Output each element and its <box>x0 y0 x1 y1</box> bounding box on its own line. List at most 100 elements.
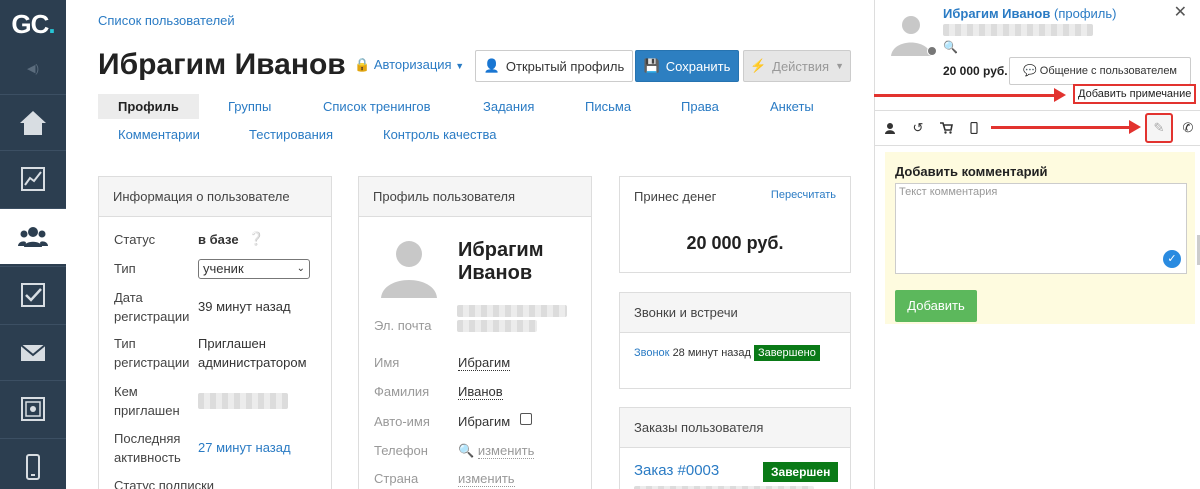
left-sidebar: GC. ◀) <box>0 0 66 489</box>
floppy-icon: 💾 <box>643 58 660 73</box>
last-activity-value[interactable]: 27 минут назад <box>198 438 291 457</box>
call-row: Звонок 28 минут назад Завершено <box>634 345 820 361</box>
type-label: Тип <box>114 261 136 276</box>
order-status-badge: Завершен <box>763 462 839 482</box>
caret-down-icon: ▼ <box>455 61 465 71</box>
nav-tasks[interactable] <box>0 266 66 322</box>
history-icon[interactable]: ↺ <box>905 111 931 145</box>
panel-title: Профиль пользователя <box>359 177 591 217</box>
mobile-icon[interactable] <box>961 111 987 145</box>
surname-value[interactable]: Иванов <box>458 382 503 401</box>
lightning-icon: ⚡ <box>749 58 767 73</box>
call-link[interactable]: Звонок <box>634 347 670 359</box>
annotation-arrow <box>991 120 1141 134</box>
tab-profile[interactable]: Профиль <box>98 94 199 119</box>
tab-quality-control[interactable]: Контроль качества <box>383 127 496 142</box>
page-title: Ибрагим Иванов <box>98 48 346 81</box>
chat-button[interactable]: 💬 Общение с пользователем <box>1009 57 1191 85</box>
autoname-label: Авто-имя <box>374 414 430 429</box>
reg-date-value: 39 минут назад <box>198 299 291 314</box>
side-amount: 20 000 руб. <box>943 64 1008 78</box>
recalculate-link[interactable]: Пересчитать <box>771 189 836 201</box>
close-icon[interactable]: ✕ <box>1174 2 1187 22</box>
country-edit-link[interactable]: изменить <box>458 469 515 488</box>
panel-title: Звонки и встречи <box>620 293 850 333</box>
invited-by-label: Кем приглашен <box>114 384 180 418</box>
reg-date-label: Дата регистрации <box>114 290 190 324</box>
invited-by-value <box>198 393 288 409</box>
nav-safe[interactable] <box>0 380 66 436</box>
side-user-email <box>943 24 1093 36</box>
tab-testing[interactable]: Тестирования <box>249 127 333 142</box>
avatar <box>375 230 443 298</box>
search-icon: 🔍 <box>458 443 475 458</box>
add-comment-panel: Добавить комментарий Текст комментария ✓… <box>885 152 1195 324</box>
email-value-line2 <box>457 320 537 332</box>
annotation-arrow <box>874 88 1066 102</box>
tab-forms[interactable]: Анкеты <box>770 99 814 114</box>
email-label: Эл. почта <box>374 318 432 333</box>
tab-letters[interactable]: Письма <box>585 99 631 114</box>
mobile-icon <box>26 453 40 480</box>
status-label: Статус <box>114 232 156 247</box>
comment-textarea[interactable]: Текст комментария ✓ <box>895 183 1187 274</box>
money-amount: 20 000 руб. <box>686 233 784 253</box>
call-time: 28 минут назад <box>672 347 751 359</box>
add-note-tooltip: Добавить примечание <box>1073 84 1197 104</box>
last-activity-label: Последняя активность <box>114 431 181 465</box>
add-comment-button[interactable]: Добавить <box>895 290 977 322</box>
cart-icon[interactable] <box>933 111 959 145</box>
tab-groups[interactable]: Группы <box>228 99 271 114</box>
checkbox-icon <box>21 282 45 307</box>
breadcrumb[interactable]: Список пользователей <box>98 13 235 28</box>
open-profile-button[interactable]: 👤 Открытый профиль <box>475 50 633 82</box>
reg-type-label: Тип регистрации <box>114 336 190 370</box>
reg-type-value: Приглашен администратором <box>198 336 307 370</box>
nav-mobile[interactable] <box>0 438 66 489</box>
pencil-icon[interactable]: ✎ <box>1145 113 1173 143</box>
comment-title: Добавить комментарий <box>895 164 1048 179</box>
nav-mail[interactable] <box>0 324 66 380</box>
type-select[interactable]: ученик ⌄ <box>198 259 310 279</box>
chevron-down-icon: ⌄ <box>296 263 305 274</box>
phone-label: Телефон <box>374 443 428 458</box>
email-value-line1 <box>457 305 567 317</box>
money-panel: Принес денег Пересчитать 20 000 руб. <box>619 176 851 273</box>
logo[interactable]: GC. <box>0 0 66 48</box>
online-status-dot <box>927 46 937 56</box>
speaker-icon[interactable]: ◀) <box>0 62 66 75</box>
phone-icon[interactable]: ✆ <box>1175 111 1200 145</box>
envelope-icon <box>20 343 46 361</box>
caret-down-icon: ▼ <box>835 61 845 71</box>
profile-name: Ибрагим Иванов <box>458 239 544 284</box>
auth-dropdown[interactable]: 🔒 Авторизация ▼ <box>354 57 464 73</box>
orders-panel: Заказы пользователя Заказ #0003 Завершен <box>619 407 851 489</box>
actions-button[interactable]: ⚡ Действия ▼ <box>743 50 851 82</box>
tab-trainings[interactable]: Список тренингов <box>323 99 431 114</box>
users-icon <box>18 226 48 247</box>
panel-title: Информация о пользователе <box>99 177 331 217</box>
tab-comments[interactable]: Комментарии <box>118 127 200 142</box>
side-user-name: Ибрагим Иванов (профиль) <box>943 6 1117 21</box>
search-icon[interactable]: 🔍 <box>943 40 958 54</box>
nav-home[interactable] <box>0 94 66 150</box>
home-icon <box>20 110 46 135</box>
nav-reports[interactable] <box>0 150 66 206</box>
save-button[interactable]: 💾 Сохранить <box>635 50 739 82</box>
lock-icon: 🔒 <box>354 57 371 72</box>
check-icon: ✓ <box>1163 250 1181 268</box>
panel-title: Заказы пользователя <box>620 408 850 448</box>
help-icon[interactable]: ❔ <box>248 229 264 248</box>
tab-tasks[interactable]: Задания <box>483 99 534 114</box>
status-value: в базе <box>198 232 239 247</box>
tab-rights[interactable]: Права <box>681 99 719 114</box>
nav-users[interactable] <box>0 208 66 264</box>
chart-icon <box>21 166 45 191</box>
call-status-badge: Завершено <box>753 345 820 361</box>
user-icon[interactable] <box>877 111 903 145</box>
autoname-checkbox[interactable] <box>520 413 532 425</box>
order-link[interactable]: Заказ #0003 <box>634 462 719 479</box>
name-value[interactable]: Ибрагим <box>458 353 511 372</box>
phone-edit-link[interactable]: 🔍 изменить <box>458 441 535 460</box>
country-label: Страна <box>374 471 419 486</box>
